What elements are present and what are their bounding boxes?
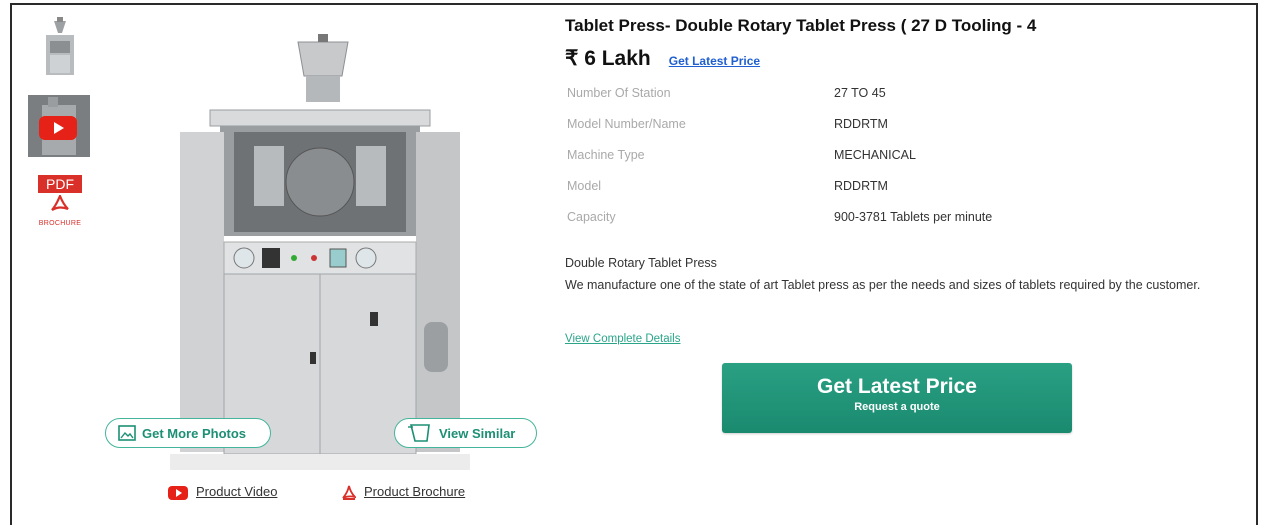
view-similar-button[interactable]: View Similar bbox=[394, 418, 537, 448]
acrobat-icon bbox=[32, 193, 88, 218]
get-latest-price-link[interactable]: Get Latest Price bbox=[669, 54, 760, 68]
pdf-label: PDF bbox=[38, 175, 82, 193]
price-row: ₹ 6 Lakh Get Latest Price bbox=[565, 46, 760, 71]
spec-row: Number Of Station 27 TO 45 bbox=[567, 86, 992, 117]
product-title: Tablet Press- Double Rotary Tablet Press… bbox=[565, 16, 1037, 35]
spec-value: 900-3781 Tablets per minute bbox=[834, 210, 993, 224]
description-body: We manufacture one of the state of art T… bbox=[565, 278, 1201, 292]
spec-label: Machine Type bbox=[567, 148, 645, 162]
spec-value: 27 TO 45 bbox=[834, 86, 886, 100]
view-similar-label: View Similar bbox=[439, 425, 516, 441]
youtube-play-icon bbox=[39, 116, 77, 140]
get-more-photos-button[interactable]: Get More Photos bbox=[105, 418, 271, 448]
spec-label: Model bbox=[567, 179, 602, 193]
image-icon bbox=[118, 425, 136, 441]
spec-value: RDDRTM bbox=[834, 179, 888, 193]
product-brochure-label: Product Brochure bbox=[364, 484, 466, 499]
youtube-icon bbox=[168, 485, 188, 500]
spec-value: RDDRTM bbox=[834, 117, 888, 131]
product-price: ₹ 6 Lakh bbox=[565, 47, 651, 70]
spec-row: Model RDDRTM bbox=[567, 179, 992, 210]
pdf-icon bbox=[342, 485, 358, 500]
product-main-image[interactable] bbox=[170, 32, 470, 470]
product-video-link[interactable]: Product Video bbox=[168, 484, 277, 500]
cta-label: Get Latest Price bbox=[817, 375, 977, 398]
cta-sublabel: Request a quote bbox=[854, 401, 940, 413]
product-brochure-link[interactable]: Product Brochure bbox=[342, 484, 465, 501]
thumbnail-machine[interactable] bbox=[40, 15, 80, 79]
product-description: Double Rotary Tablet Press We manufactur… bbox=[565, 252, 1235, 296]
spec-row: Capacity 900-3781 Tablets per minute bbox=[567, 210, 992, 241]
spec-label: Model Number/Name bbox=[567, 117, 686, 131]
get-more-photos-label: Get More Photos bbox=[142, 425, 247, 441]
get-latest-price-button[interactable]: Get Latest Price Request a quote bbox=[722, 363, 1072, 433]
thumbnail-video[interactable] bbox=[28, 95, 90, 157]
view-complete-details-link[interactable]: View Complete Details bbox=[565, 333, 680, 345]
pdf-brochure-thumbnail[interactable]: PDF BROCHURE bbox=[32, 175, 88, 237]
spec-row: Machine Type MECHANICAL bbox=[567, 148, 992, 179]
spec-label: Number Of Station bbox=[567, 86, 671, 100]
spec-value: MECHANICAL bbox=[834, 148, 916, 162]
pdf-sub-label: BROCHURE bbox=[38, 220, 82, 227]
spec-table: Number Of Station 27 TO 45 Model Number/… bbox=[567, 86, 992, 241]
spec-row: Model Number/Name RDDRTM bbox=[567, 117, 992, 148]
similar-icon bbox=[408, 424, 430, 442]
product-video-label: Product Video bbox=[196, 484, 278, 499]
spec-label: Capacity bbox=[567, 210, 616, 224]
description-heading: Double Rotary Tablet Press bbox=[565, 256, 717, 270]
